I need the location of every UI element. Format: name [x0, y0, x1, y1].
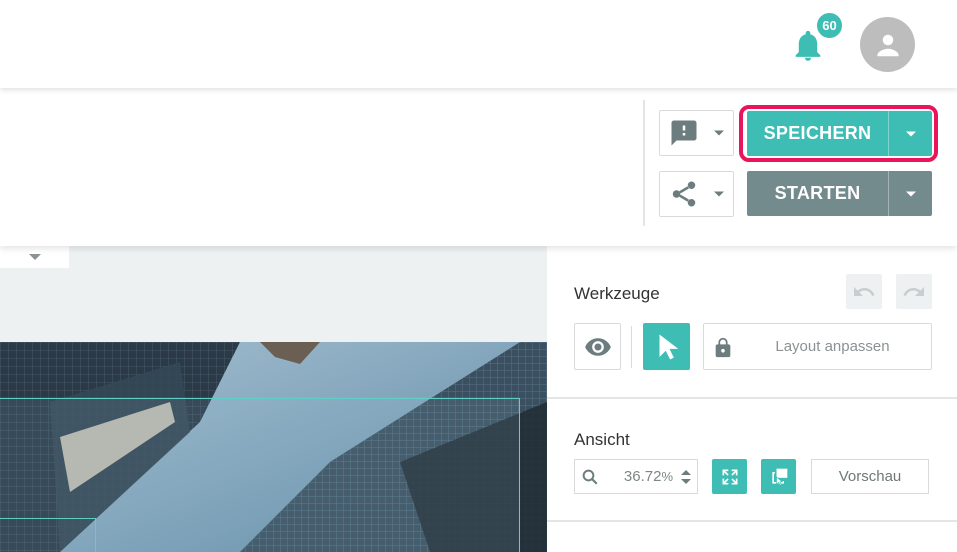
- zoom-input[interactable]: 36.72%: [574, 459, 698, 494]
- zoom-value: 36.72: [623, 468, 662, 485]
- start-split-button[interactable]: STARTEN: [747, 171, 932, 216]
- eye-icon: [584, 337, 611, 356]
- view-section-title: Ansicht: [574, 430, 630, 449]
- zoom-stepper[interactable]: [675, 469, 697, 485]
- start-button[interactable]: STARTEN: [747, 171, 888, 216]
- pointer-frame-icon: [771, 468, 787, 486]
- save-split-button[interactable]: SPEICHERN: [747, 111, 932, 156]
- save-options-dropdown[interactable]: [888, 111, 932, 156]
- chevron-up-icon: [681, 469, 691, 475]
- selection-frame-inner[interactable]: [0, 518, 96, 552]
- redo-icon: [903, 286, 924, 296]
- user-avatar[interactable]: [860, 17, 915, 72]
- layout-adjust-button[interactable]: Layout anpassen: [703, 323, 932, 370]
- editor-window: 60 SPEICHERN STARTEN Werkzeuge Layout an…: [0, 0, 957, 552]
- save-button[interactable]: SPEICHERN: [747, 111, 888, 156]
- layout-adjust-label: Layout anpassen: [775, 338, 890, 355]
- chevron-down-icon: [681, 478, 691, 484]
- share-icon: [672, 181, 696, 207]
- chevron-down-icon: [905, 131, 916, 136]
- notification-count-badge: 60: [815, 11, 844, 40]
- feedback-dropdown-button[interactable]: [659, 110, 734, 156]
- select-tool-button[interactable]: [643, 323, 690, 370]
- share-dropdown-button[interactable]: [659, 171, 734, 217]
- design-canvas[interactable]: [0, 246, 547, 552]
- feedback-icon: [671, 120, 697, 146]
- top-bar: 60: [0, 0, 957, 88]
- section-divider: [547, 520, 957, 522]
- chevron-down-icon: [28, 254, 41, 260]
- section-divider: [547, 397, 957, 399]
- fit-screen-icon: [722, 469, 737, 484]
- fit-to-screen-button[interactable]: [712, 459, 747, 494]
- actual-size-button[interactable]: [761, 459, 796, 494]
- properties-panel: Werkzeuge Layout anpassen Ansicht 36.72%…: [547, 246, 957, 552]
- preview-button[interactable]: Vorschau: [811, 459, 929, 494]
- lock-icon: [715, 337, 731, 358]
- pointer-icon: [659, 334, 678, 359]
- visibility-toggle-button[interactable]: [574, 323, 621, 370]
- zoom-unit: %: [661, 469, 673, 484]
- person-icon: [876, 34, 899, 56]
- chevron-down-icon: [714, 191, 724, 197]
- tool-divider: [631, 326, 632, 368]
- start-options-dropdown[interactable]: [888, 171, 932, 216]
- action-toolbar: SPEICHERN STARTEN: [0, 88, 957, 246]
- tools-section-title: Werkzeuge: [574, 284, 660, 303]
- redo-button[interactable]: [896, 274, 932, 309]
- toolbar-divider: [643, 100, 645, 226]
- search-icon: [582, 469, 598, 484]
- undo-icon: [854, 286, 875, 296]
- undo-button[interactable]: [846, 274, 882, 309]
- chevron-down-icon: [714, 130, 724, 136]
- canvas-collapse-tab[interactable]: [0, 246, 69, 268]
- chevron-down-icon: [905, 191, 916, 196]
